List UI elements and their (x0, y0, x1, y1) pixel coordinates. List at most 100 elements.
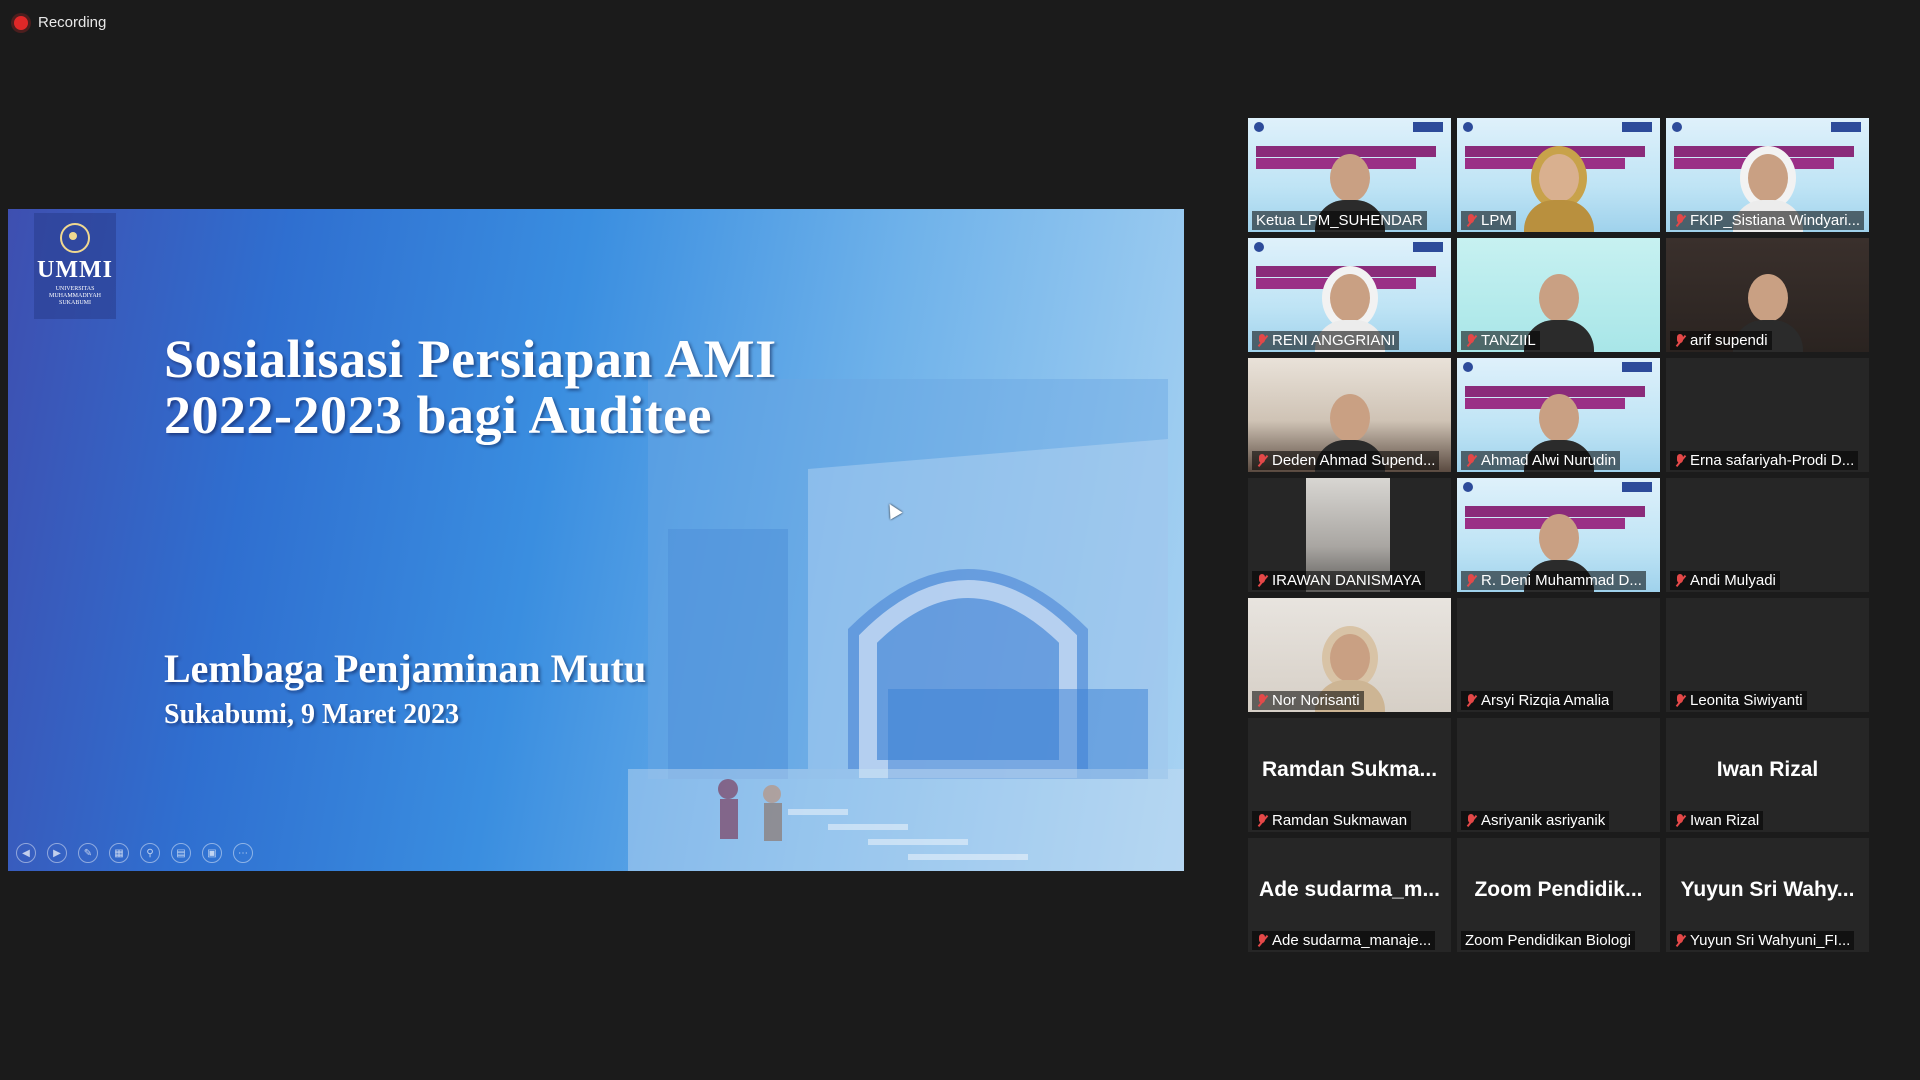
participant-name-label: Ade sudarma_manaje... (1252, 931, 1436, 950)
participant-name-label: TANZIIL (1461, 331, 1540, 350)
mic-muted-icon (1674, 813, 1686, 828)
participant-name: TANZIIL (1481, 332, 1536, 349)
participant-tile[interactable]: Arsyi Rizqia Amalia (1457, 598, 1660, 712)
participant-name: Zoom Pendidikan Biologi (1465, 932, 1631, 949)
participant-name-label: Arsyi Rizqia Amalia (1461, 691, 1614, 710)
slideshow-toolbar: ◀ ▶ ✎ ▦ ⚲ ▤ ▣ ⋯ (16, 843, 253, 863)
participant-tile[interactable]: Ade sudarma_m... Ade sudarma_manaje... (1248, 838, 1451, 952)
participant-name: Andi Mulyadi (1690, 572, 1776, 589)
mic-muted-icon (1465, 213, 1477, 228)
participant-tile[interactable]: FKIP_Sistiana Windyari... (1666, 118, 1869, 232)
participant-name-label: Ramdan Sukmawan (1252, 811, 1412, 830)
mic-muted-icon (1465, 573, 1477, 588)
participant-name: LPM (1481, 212, 1512, 229)
participant-tile[interactable]: Leonita Siwiyanti (1666, 598, 1869, 712)
avatar-name: Ramdan Sukma... (1261, 758, 1438, 781)
participant-name: Deden Ahmad Supend... (1272, 452, 1436, 469)
shared-screen: UMMI UNIVERSITAS MUHAMMADIYAH SUKABUMI S… (8, 209, 1184, 871)
pen-icon[interactable]: ✎ (78, 843, 98, 863)
participant-name-label: LPM (1461, 211, 1516, 230)
participant-tile[interactable]: Yuyun Sri Wahy... Yuyun Sri Wahyuni_FI... (1666, 838, 1869, 952)
participant-name-label: Ahmad Alwi Nurudin (1461, 451, 1621, 470)
mic-muted-icon (1465, 453, 1477, 468)
mic-muted-icon (1256, 333, 1268, 348)
participant-name: Yuyun Sri Wahyuni_FI... (1690, 932, 1851, 949)
participant-tile[interactable]: Andi Mulyadi (1666, 478, 1869, 592)
participant-name-label: IRAWAN DANISMAYA (1252, 571, 1426, 590)
participant-tile[interactable]: TANZIIL (1457, 238, 1660, 352)
slide-organization: Lembaga Penjaminan Mutu (164, 646, 647, 691)
avatar-name: Ade sudarma_m... (1259, 878, 1440, 901)
mic-muted-icon (1674, 333, 1686, 348)
participant-name-label: Iwan Rizal (1670, 811, 1764, 830)
participant-name: arif supendi (1690, 332, 1768, 349)
participant-tile[interactable]: Asriyanik asriyanik (1457, 718, 1660, 832)
avatar-name: Iwan Rizal (1716, 758, 1819, 781)
participant-name: Iwan Rizal (1690, 812, 1760, 829)
participant-name-label: FKIP_Sistiana Windyari... (1670, 211, 1865, 230)
mic-muted-icon (1465, 333, 1477, 348)
university-logo: UMMI UNIVERSITAS MUHAMMADIYAH SUKABUMI (34, 213, 116, 319)
mic-muted-icon (1674, 573, 1686, 588)
mic-muted-icon (1465, 693, 1477, 708)
slides-icon[interactable]: ▦ (109, 843, 129, 863)
slide-place-date: Sukabumi, 9 Maret 2023 (164, 699, 460, 730)
mic-muted-icon (1256, 573, 1268, 588)
zoom-icon[interactable]: ⚲ (140, 843, 160, 863)
participant-tile[interactable]: R. Deni Muhammad D... (1457, 478, 1660, 592)
mic-muted-icon (1674, 933, 1686, 948)
participant-name: Ketua LPM_SUHENDAR (1256, 212, 1423, 229)
participant-name: Ahmad Alwi Nurudin (1481, 452, 1617, 469)
participant-tile[interactable]: Zoom Pendidik... Zoom Pendidikan Biologi (1457, 838, 1660, 952)
participant-tile[interactable]: Erna safariyah-Prodi D... (1666, 358, 1869, 472)
mic-muted-icon (1674, 693, 1686, 708)
participant-person (1523, 146, 1594, 232)
participant-name-label: Leonita Siwiyanti (1670, 691, 1807, 710)
campus-gate-illustration (628, 379, 1184, 871)
mic-muted-icon (1465, 813, 1477, 828)
participant-name: R. Deni Muhammad D... (1481, 572, 1642, 589)
participant-name-label: Ketua LPM_SUHENDAR (1252, 211, 1427, 230)
participant-tile[interactable]: LPM (1457, 118, 1660, 232)
participant-name-label: Zoom Pendidikan Biologi (1461, 931, 1635, 950)
participant-name-label: Erna safariyah-Prodi D... (1670, 451, 1859, 470)
participant-tile[interactable]: arif supendi (1666, 238, 1869, 352)
mic-muted-icon (1256, 693, 1268, 708)
participant-gallery: Ketua LPM_SUHENDAR LPM FKIP_Sistiana Windy… (1248, 118, 1869, 952)
participant-name-label: Asriyanik asriyanik (1461, 811, 1610, 830)
participant-tile[interactable]: Ahmad Alwi Nurudin (1457, 358, 1660, 472)
participant-name: Arsyi Rizqia Amalia (1481, 692, 1610, 709)
participant-name: RENI ANGGRIANI (1272, 332, 1396, 349)
participant-name-label: R. Deni Muhammad D... (1461, 571, 1646, 590)
participant-tile[interactable]: Ketua LPM_SUHENDAR (1248, 118, 1451, 232)
participant-name: Leonita Siwiyanti (1690, 692, 1803, 709)
participant-name-label: Nor Norisanti (1252, 691, 1364, 710)
subtitles-icon[interactable]: ▤ (171, 843, 191, 863)
mic-muted-icon (1256, 933, 1268, 948)
recording-indicator[interactable]: Recording (14, 14, 106, 31)
prev-icon[interactable]: ◀ (16, 843, 36, 863)
participant-name: Nor Norisanti (1272, 692, 1360, 709)
avatar-name: Yuyun Sri Wahy... (1680, 878, 1855, 901)
participant-name: IRAWAN DANISMAYA (1272, 572, 1422, 589)
participant-name: Ade sudarma_manaje... (1272, 932, 1432, 949)
mic-muted-icon (1256, 453, 1268, 468)
video-icon[interactable]: ▣ (202, 843, 222, 863)
participant-tile[interactable]: Nor Norisanti (1248, 598, 1451, 712)
more-icon[interactable]: ⋯ (233, 843, 253, 863)
participant-tile[interactable]: Deden Ahmad Supend... (1248, 358, 1451, 472)
participant-tile[interactable]: IRAWAN DANISMAYA (1248, 478, 1451, 592)
participant-name-label: Deden Ahmad Supend... (1252, 451, 1440, 470)
mic-muted-icon (1674, 453, 1686, 468)
participant-tile[interactable]: Iwan Rizal Iwan Rizal (1666, 718, 1869, 832)
next-icon[interactable]: ▶ (47, 843, 67, 863)
recording-dot-icon (14, 15, 28, 30)
slide-title: Sosialisasi Persiapan AMI 2022-2023 bagi… (164, 329, 777, 445)
participant-name: Ramdan Sukmawan (1272, 812, 1408, 829)
participant-name-label: Yuyun Sri Wahyuni_FI... (1670, 931, 1855, 950)
participant-tile[interactable]: Ramdan Sukma... Ramdan Sukmawan (1248, 718, 1451, 832)
participant-name: FKIP_Sistiana Windyari... (1690, 212, 1861, 229)
mic-muted-icon (1256, 813, 1268, 828)
mic-muted-icon (1674, 213, 1686, 228)
participant-tile[interactable]: RENI ANGGRIANI (1248, 238, 1451, 352)
